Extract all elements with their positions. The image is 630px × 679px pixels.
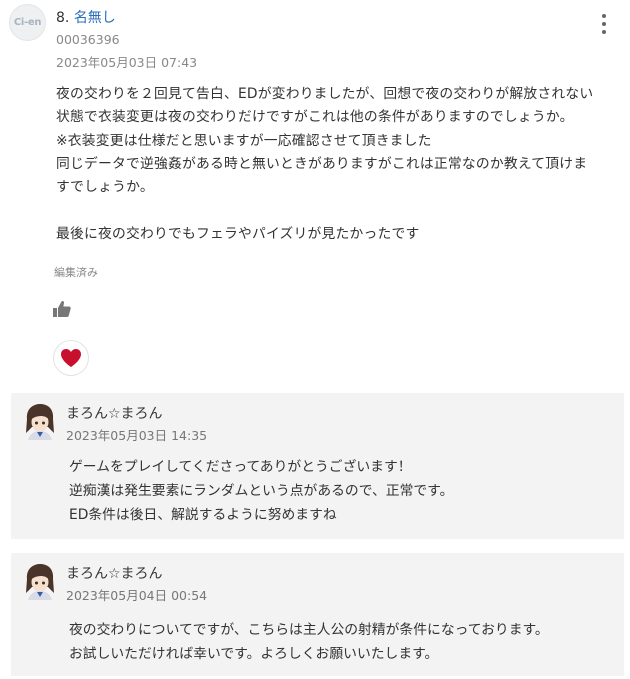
reply-line: ED条件は後日、解説するように努めますね bbox=[69, 507, 337, 523]
comment-line: すでしょうか。 bbox=[56, 179, 154, 196]
reply-author: まろん☆まろん bbox=[66, 566, 163, 582]
comment-author-link[interactable]: 名無し bbox=[74, 10, 116, 26]
comment-line: 夜の交わりを２回見て告白、EDが変わりましたが、回想で夜の交わりが解放されない bbox=[56, 86, 594, 102]
comment-line-blank bbox=[56, 199, 626, 222]
more-vertical-icon bbox=[602, 14, 606, 18]
comment-line: ※衣装変更は仕様だと思いますが一応確認させて頂きました bbox=[56, 132, 432, 149]
comment-header: 8. 名無し bbox=[56, 7, 116, 27]
reply-line: 逆痴漢は発生要素にランダムという点があるので、正常です。 bbox=[69, 483, 454, 499]
comment-date: 2023年05月03日 07:43 bbox=[56, 55, 198, 70]
user-id: 00036396 bbox=[56, 32, 120, 47]
comment-number: 8. bbox=[56, 10, 70, 26]
more-vertical-icon-dot bbox=[602, 30, 606, 34]
reply-body: ゲームをプレイしてくださってありがとうございます！ 逆痴漢は発生要素にランダムと… bbox=[69, 455, 453, 527]
reply: まろん☆まろん 2023年05月03日 14:35 ゲームをプレイしてくださって… bbox=[11, 393, 624, 539]
avatar[interactable]: Ci-en bbox=[9, 4, 46, 41]
reply-author: まろん☆まろん bbox=[66, 406, 163, 422]
comment-line: 状態で衣装変更は夜の交わりだけですがこれは他の条件がありますのでしょうか。 bbox=[56, 109, 574, 126]
reply-date: 2023年05月03日 14:35 bbox=[66, 428, 208, 443]
more-options-button[interactable] bbox=[596, 14, 612, 34]
heart-icon bbox=[61, 349, 81, 367]
avatar[interactable] bbox=[23, 563, 57, 601]
comment-body: 夜の交わりを２回見て告白、EDが変わりましたが、回想で夜の交わりが解放されない … bbox=[56, 83, 626, 246]
reply-line: お試しいただければ幸いです。よろしくお願いいたします。 bbox=[69, 646, 439, 662]
reply-body: 夜の交わりについてですが、こちらは主人公の射精が条件になっております。 お試しい… bbox=[69, 618, 549, 666]
reply: まろん☆まろん 2023年05月04日 00:54 夜の交わりについてですが、こ… bbox=[11, 553, 624, 676]
comment-line: 最後に夜の交わりでもフェラやパイズリが見たかったです bbox=[56, 225, 420, 242]
reply-line: ゲームをプレイしてくださってありがとうございます！ bbox=[69, 459, 412, 475]
heart-button[interactable] bbox=[53, 340, 89, 376]
reply-line: 夜の交わりについてですが、こちらは主人公の射精が条件になっております。 bbox=[69, 622, 549, 638]
thumbs-up-icon[interactable] bbox=[52, 299, 72, 319]
reply-date: 2023年05月04日 00:54 bbox=[66, 588, 208, 603]
avatar-logo-text: Ci-en bbox=[13, 17, 42, 28]
more-vertical-icon-dot bbox=[602, 22, 606, 26]
comment-line: 同じデータで逆強姦がある時と無いときがありますがこれは正常なのか教えて頂けま bbox=[56, 155, 588, 172]
edited-label: 編集済み bbox=[54, 266, 98, 279]
avatar[interactable] bbox=[23, 403, 57, 441]
